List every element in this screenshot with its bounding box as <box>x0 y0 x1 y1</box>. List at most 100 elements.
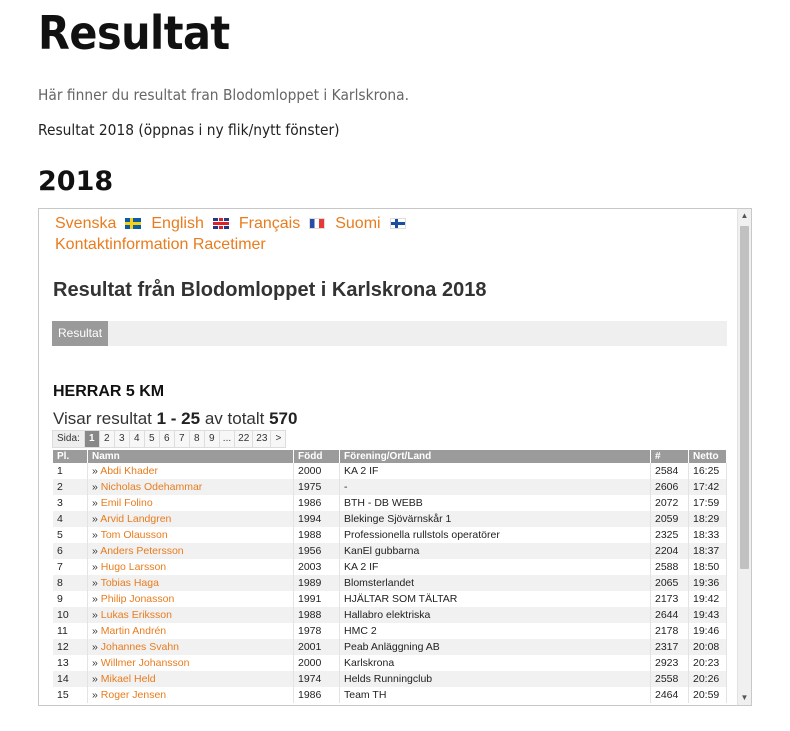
cell-name: » Emil Folino <box>87 495 294 511</box>
scroll-up-arrow-icon[interactable]: ▲ <box>738 209 751 223</box>
cell-club: Professionella rullstols operatörer <box>339 527 651 543</box>
pager-page-button[interactable]: 2 <box>98 430 115 448</box>
lang-finnish-link[interactable]: Suomi <box>335 215 380 232</box>
table-row: 9» Philip Jonasson 1991 HJÄLTAR SOM TÄLTAR… <box>53 591 727 607</box>
runner-name-link[interactable]: Johannes Svahn <box>101 641 179 653</box>
contact-racetimer-link[interactable]: Kontaktinformation Racetimer <box>55 236 266 254</box>
cell-born: 1991 <box>293 591 340 607</box>
pager-page-button[interactable]: 1 <box>83 430 100 448</box>
cell-club: HMC 2 <box>339 623 651 639</box>
cell-bib: 2178 <box>650 623 689 639</box>
cell-club: Blomsterlandet <box>339 575 651 591</box>
runner-name-link[interactable]: Hugo Larsson <box>101 561 166 573</box>
cell-born: 1994 <box>293 511 340 527</box>
cell-name: » Nicholas Odehammar <box>87 479 294 495</box>
cell-born: 1956 <box>293 543 340 559</box>
runner-name-link[interactable]: Philip Jonasson <box>101 593 175 605</box>
cell-net: 17:59 <box>688 495 727 511</box>
runner-name-link[interactable]: Nicholas Odehammar <box>101 481 203 493</box>
results-2018-link[interactable]: Resultat 2018 (öppnas i ny flik/nytt fön… <box>38 121 340 139</box>
pager-page-button[interactable]: 22 <box>234 430 254 448</box>
raquo-icon: » <box>92 593 101 605</box>
lang-french-link[interactable]: Français <box>239 215 300 232</box>
cell-name: » Tom Olausson <box>87 527 294 543</box>
scroll-down-arrow-icon[interactable]: ▼ <box>738 691 751 705</box>
table-row: 7» Hugo Larsson 2003 KA 2 IF 2588 18:50 <box>53 559 727 575</box>
cell-name: » Roger Jensen <box>87 687 294 703</box>
runner-name-link[interactable]: Mikael Held <box>101 673 156 685</box>
runner-name-link[interactable]: Arvid Landgren <box>100 513 171 525</box>
cell-club: KA 2 IF <box>339 463 651 479</box>
runner-name-link[interactable]: Anders Petersson <box>100 545 183 557</box>
runner-name-link[interactable]: Willmer Johansson <box>101 657 190 669</box>
language-bar: Svenska English Français Suomi <box>55 215 416 233</box>
raquo-icon: » <box>92 625 101 637</box>
pager-page-button[interactable]: 23 <box>252 430 272 448</box>
cell-bib: 2325 <box>650 527 689 543</box>
lang-label: English <box>151 215 204 232</box>
col-net[interactable]: Netto <box>688 450 727 463</box>
cell-place: 7 <box>53 559 88 575</box>
cell-bib: 2204 <box>650 543 689 559</box>
table-header-row: Pl. Namn Född Förening/Ort/Land # Netto <box>53 450 727 463</box>
col-place[interactable]: Pl. <box>53 450 88 463</box>
cell-born: 1988 <box>293 607 340 623</box>
scroll-thumb[interactable] <box>740 226 749 569</box>
cell-net: 19:46 <box>688 623 727 639</box>
cell-born: 2000 <box>293 655 340 671</box>
pager-next-button[interactable]: > <box>270 430 287 448</box>
runner-name-link[interactable]: Tom Olausson <box>101 529 168 541</box>
cell-net: 19:36 <box>688 575 727 591</box>
raquo-icon: » <box>92 561 101 573</box>
pager-page-button[interactable]: 7 <box>173 430 190 448</box>
col-born[interactable]: Född <box>293 450 340 463</box>
runner-name-link[interactable]: Abdi Khader <box>100 465 158 477</box>
cell-net: 18:33 <box>688 527 727 543</box>
table-row: 11» Martin Andrén 1978 HMC 2 2178 19:46 <box>53 623 727 639</box>
pager-page-button[interactable]: 3 <box>113 430 130 448</box>
table-row: 3» Emil Folino 1986 BTH - DB WEBB 2072 17:59 <box>53 495 727 511</box>
showing-range: 1 - 25 <box>156 409 201 428</box>
cell-net: 20:59 <box>688 687 727 703</box>
cell-place: 10 <box>53 607 88 623</box>
pager-page-button[interactable]: 9 <box>203 430 220 448</box>
col-club[interactable]: Förening/Ort/Land <box>339 450 651 463</box>
runner-name-link[interactable]: Tobias Haga <box>101 577 159 589</box>
cell-bib: 2644 <box>650 607 689 623</box>
table-row: 4» Arvid Landgren 1994 Blekinge Sjövärnskå… <box>53 511 727 527</box>
showing-mid: av totalt <box>200 409 270 428</box>
raquo-icon: » <box>92 481 101 493</box>
lang-swedish-link[interactable]: Svenska <box>55 215 116 232</box>
cell-club: Karlskrona <box>339 655 651 671</box>
pager-page-button[interactable]: 8 <box>188 430 205 448</box>
pager-page-button[interactable]: 6 <box>158 430 175 448</box>
table-row: 1» Abdi Khader 2000 KA 2 IF 2584 16:25 <box>53 463 727 479</box>
cell-name: » Johannes Svahn <box>87 639 294 655</box>
col-bib[interactable]: # <box>650 450 689 463</box>
swedish-flag-icon <box>125 218 142 229</box>
pager-page-button[interactable]: 5 <box>143 430 160 448</box>
table-row: 14» Mikael Held 1974 Helds Runningclub 2558… <box>53 671 727 687</box>
cell-net: 20:23 <box>688 655 727 671</box>
runner-name-link[interactable]: Roger Jensen <box>101 689 166 701</box>
col-name[interactable]: Namn <box>87 450 294 463</box>
cell-bib: 2923 <box>650 655 689 671</box>
runner-name-link[interactable]: Martin Andrén <box>101 625 166 637</box>
cell-net: 20:08 <box>688 639 727 655</box>
pager-page-button[interactable]: 4 <box>128 430 145 448</box>
cell-born: 1978 <box>293 623 340 639</box>
results-iframe[interactable]: Svenska English Français Suomi Kontaktinfor… <box>38 208 752 706</box>
cell-place: 1 <box>53 463 88 479</box>
runner-name-link[interactable]: Emil Folino <box>101 497 153 509</box>
lang-label: Suomi <box>335 215 381 232</box>
iframe-scrollbar[interactable]: ▲ ▼ <box>737 209 751 705</box>
cell-name: » Abdi Khader <box>87 463 294 479</box>
cell-born: 1986 <box>293 687 340 703</box>
raquo-icon: » <box>92 465 101 477</box>
tab-results[interactable]: Resultat <box>52 321 109 346</box>
runner-name-link[interactable]: Lukas Eriksson <box>101 609 172 621</box>
cell-club: Team TH <box>339 687 651 703</box>
cell-place: 8 <box>53 575 88 591</box>
lang-english-link[interactable]: English <box>151 215 203 232</box>
table-row: 15» Roger Jensen 1986 Team TH 2464 20:59 <box>53 687 727 703</box>
